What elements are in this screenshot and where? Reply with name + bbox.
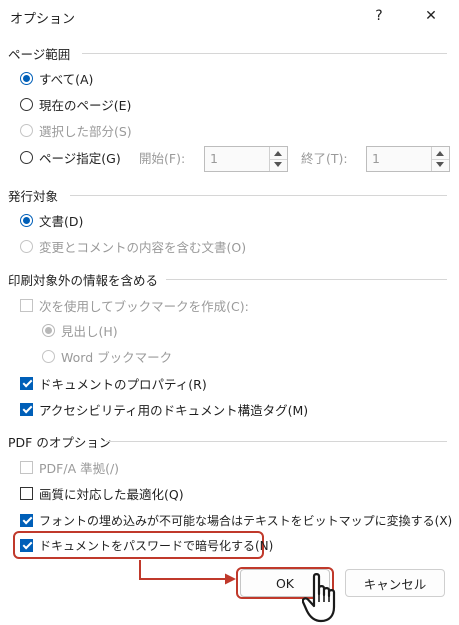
ok-label: OK	[275, 575, 295, 591]
hand-cursor-icon	[302, 573, 336, 623]
annotation-arrow	[139, 560, 236, 585]
cancel-label: キャンセル	[363, 576, 427, 592]
cancel-button[interactable]: キャンセル	[345, 569, 445, 597]
